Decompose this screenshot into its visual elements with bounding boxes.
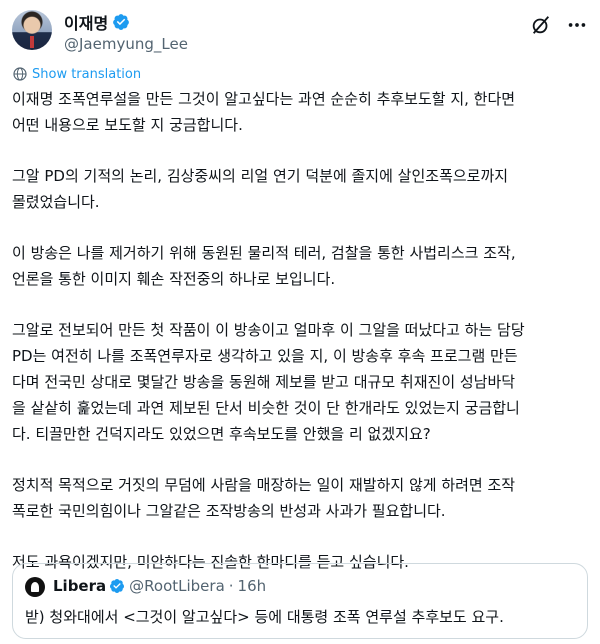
grok-icon[interactable] <box>530 14 552 36</box>
globe-icon <box>13 67 27 81</box>
quoted-tweet[interactable]: Libera @RootLibera · 16h 받) 청와대에서 <그것이 알… <box>12 563 588 639</box>
author-name-row[interactable]: 이재명 <box>64 10 130 34</box>
author-display-name[interactable]: 이재명 <box>64 10 108 34</box>
tweet-text: 이재명 조폭연루설을 만든 그것이 알고싶다는 과연 순순히 추후보도할 지, … <box>12 86 592 600</box>
tweet-paragraph: 정치적 목적으로 거짓의 무덤에 사람을 매장하는 일이 재발하지 않게 하려면… <box>12 476 516 520</box>
quoted-author-row: Libera @RootLibera · 16h <box>53 576 266 596</box>
tweet-header: 이재명 @Jaemyung_Lee <box>12 10 588 54</box>
quoted-timestamp[interactable]: 16h <box>238 577 267 595</box>
tweet-paragraph: 그알로 전보되어 만든 첫 작품이 이 방송이고 얼마후 이 그알을 떠났다고 … <box>12 321 525 443</box>
separator-dot: · <box>228 577 234 595</box>
show-translation-label[interactable]: Show translation <box>32 67 141 82</box>
tweet-paragraph: 이 방송은 나를 제거하기 위해 동원된 물리적 테러, 검찰을 통한 사법리스… <box>12 244 516 288</box>
verified-badge-icon <box>113 14 130 30</box>
more-icon[interactable] <box>566 14 588 36</box>
tweet-paragraph: 이재명 조폭연루설을 만든 그것이 알고싶다는 과연 순순히 추후보도할 지, … <box>12 90 516 134</box>
quoted-display-name[interactable]: Libera <box>53 577 106 595</box>
tweet-paragraph: 그알 PD의 기적의 논리, 김상중씨의 리얼 연기 덕분에 졸지에 살인조폭으… <box>12 167 509 211</box>
quoted-text: 받) 청와대에서 <그것이 알고싶다> 등에 대통령 조폭 연루설 추후보도 요… <box>25 608 504 626</box>
quoted-handle[interactable]: @RootLibera <box>129 577 225 595</box>
avatar[interactable] <box>12 10 52 50</box>
show-translation-link[interactable]: Show translation <box>12 64 141 84</box>
quoted-avatar[interactable] <box>25 577 45 597</box>
verified-badge-icon <box>110 579 125 593</box>
author-handle[interactable]: @Jaemyung_Lee <box>64 35 188 53</box>
